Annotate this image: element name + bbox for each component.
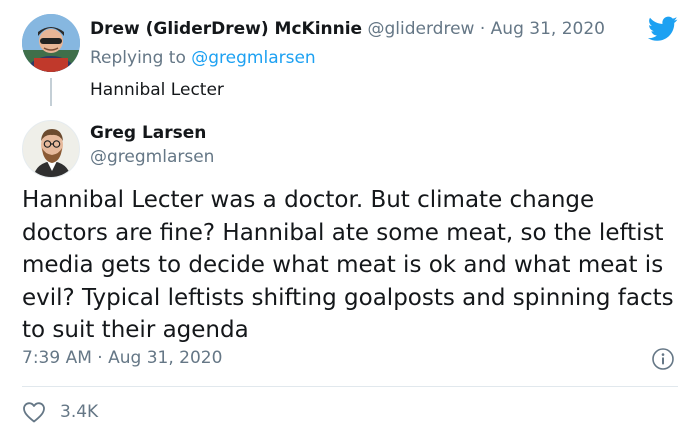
reply-tweet[interactable]: Drew (GliderDrew) McKinnie @gliderdrew ·… (0, 0, 700, 116)
tweet-date[interactable]: Aug 31, 2020 (108, 348, 222, 368)
heart-icon[interactable] (22, 401, 46, 423)
divider (22, 386, 678, 387)
reply-header: Drew (GliderDrew) McKinnie @gliderdrew ·… (90, 18, 605, 40)
tweet-timestamp[interactable]: 7:39 AM · Aug 31, 2020 (22, 347, 222, 369)
replying-to-line: Replying to @gregmlarsen (90, 47, 316, 69)
reply-author-name[interactable]: Drew (GliderDrew) McKinnie (90, 19, 362, 39)
reply-text: Hannibal Lecter (90, 80, 224, 100)
reply-date[interactable]: Aug 31, 2020 (491, 19, 605, 39)
replying-to-mention[interactable]: @gregmlarsen (191, 48, 315, 68)
timestamp-separator: · (97, 348, 103, 368)
tweet-author-name[interactable]: Greg Larsen (90, 122, 206, 144)
greg-avatar[interactable] (22, 120, 80, 178)
tweet-author-handle[interactable]: @gregmlarsen (90, 146, 214, 168)
thread-connector-line (50, 78, 52, 106)
drew-avatar[interactable] (22, 14, 80, 72)
tweet-text: Hannibal Lecter was a doctor. But climat… (22, 187, 674, 343)
like-count: 3.4K (60, 402, 99, 422)
tweet-time[interactable]: 7:39 AM (22, 348, 92, 368)
replying-to-prefix: Replying to (90, 48, 186, 68)
twitter-bird-icon[interactable] (648, 16, 678, 42)
main-tweet[interactable]: Greg Larsen @gregmlarsen Hannibal Lecter… (0, 110, 700, 440)
like-button[interactable]: 3.4K (22, 400, 98, 424)
reply-author-handle[interactable]: @gliderdrew (368, 19, 475, 39)
reply-separator: · (479, 19, 486, 39)
info-icon[interactable] (651, 347, 675, 371)
